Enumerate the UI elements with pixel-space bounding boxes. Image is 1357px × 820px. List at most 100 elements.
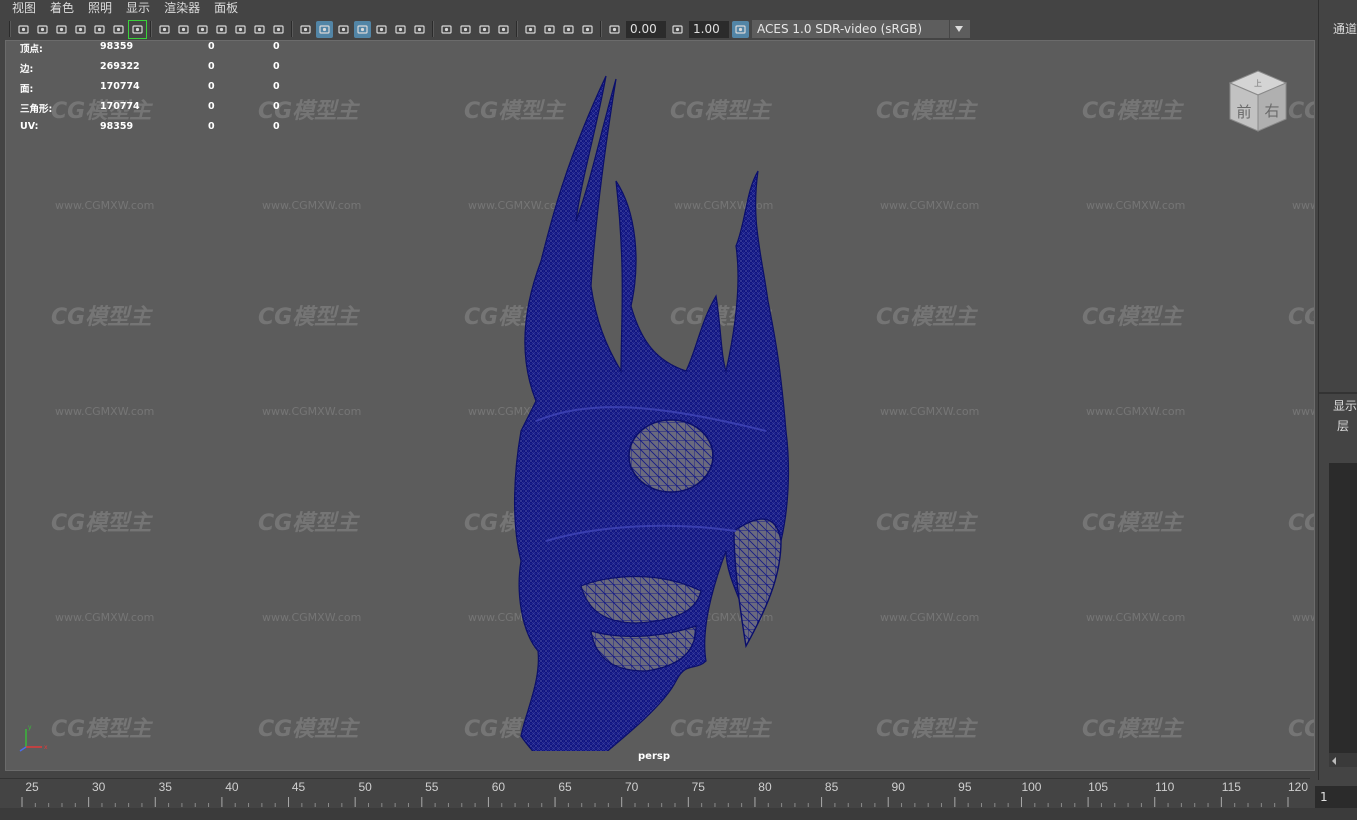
view-cube-top-label: 上 [1254, 79, 1262, 88]
panel-divider[interactable] [1319, 392, 1357, 394]
hud-row: UV: 98359 0 0 [20, 121, 280, 141]
shadows-icon[interactable] [411, 21, 428, 38]
motion-blur-icon[interactable] [457, 21, 474, 38]
image-plane-icon[interactable] [91, 21, 108, 38]
gamma-icon[interactable] [669, 21, 686, 38]
viewport-toolbar: 0.00 1.00 ACES 1.0 SDR-video (sRGB) [0, 18, 1316, 40]
resolution-gate-icon[interactable] [175, 21, 192, 38]
watermark-logo: CG模型主 [876, 305, 977, 330]
timeline-tick-label: 100 [1021, 780, 1041, 794]
menu-item-5[interactable]: 面板 [214, 0, 246, 17]
watermark-logo: CG模型主 [1082, 305, 1183, 330]
colorspace-dropdown[interactable]: ACES 1.0 SDR-video (sRGB) [752, 20, 970, 38]
wireframe-on-shaded-icon[interactable] [354, 20, 371, 38]
safe-action-icon[interactable] [232, 21, 249, 38]
xray-icon[interactable] [541, 21, 558, 38]
lights-icon[interactable] [392, 21, 409, 38]
text-icon[interactable] [270, 21, 287, 38]
watermark-logo: CG模型主 [1288, 99, 1314, 124]
timeline-tick-label: 60 [492, 780, 506, 794]
grid-icon[interactable] [156, 21, 173, 38]
exposure-field[interactable]: 0.00 [626, 20, 666, 38]
hud-label: UV: [20, 121, 39, 132]
view-cube[interactable]: 上 前 右 [1224, 67, 1292, 135]
textured-icon[interactable] [373, 21, 390, 38]
toolbar-separator [9, 21, 11, 37]
anti-alias-icon[interactable] [476, 21, 493, 38]
safe-title-icon[interactable] [251, 21, 268, 38]
film-gate-icon[interactable] [110, 21, 127, 38]
timeline-tick-label: 45 [292, 780, 306, 794]
timeline-tick-label: 95 [958, 780, 972, 794]
hud-v2: 0 [208, 61, 215, 72]
watermark-logo: CG模型主 [876, 99, 977, 124]
field-chart-icon[interactable] [213, 21, 230, 38]
gamma-field[interactable]: 1.00 [689, 20, 729, 38]
watermark-logo: CG模型主 [1082, 99, 1183, 124]
range-slider[interactable] [0, 808, 1357, 820]
menu-item-3[interactable]: 显示 [126, 0, 158, 17]
svg-text:y: y [28, 724, 32, 731]
layer-list[interactable] [1329, 463, 1357, 753]
view-cube-front-label: 前 [1236, 103, 1251, 121]
display-tab[interactable]: 显示 [1333, 397, 1357, 414]
watermark-url: www.CGMXW.com [1292, 611, 1314, 624]
watermark-logo: CG模型主 [1082, 717, 1183, 742]
menu-item-1[interactable]: 着色 [50, 0, 82, 17]
isolate-select-icon[interactable] [522, 21, 539, 38]
time-slider[interactable]: 25 30 35 40 45 50 55 60 65 70 75 80 85 90 95 100 105 110 1… [0, 778, 1310, 808]
pencil-icon[interactable] [128, 19, 147, 39]
scroll-left-icon[interactable] [1329, 754, 1339, 768]
hud-v2: 0 [208, 121, 215, 132]
poly-count-hud: 顶点: 98359 0 0 边: 269322 0 0 面: 170774 0 0 三角形: 170774… [20, 41, 280, 141]
toolbar-separator [516, 21, 518, 37]
hud-v3: 0 [273, 81, 280, 92]
timeline-tick-label: 25 [25, 780, 39, 794]
xray-joints-icon[interactable] [560, 21, 577, 38]
time-ruler[interactable]: 25 30 35 40 45 50 55 60 65 70 75 80 85 90 95 100 105 110 1… [0, 779, 1310, 809]
watermark-logo: CG模型主 [258, 717, 359, 742]
current-frame-field[interactable]: 1 [1315, 786, 1357, 808]
helmet-wireframe-model[interactable] [496, 71, 796, 751]
backface-icon[interactable] [579, 21, 596, 38]
right-panel: 通道 显示 层 [1318, 0, 1357, 780]
bookmark-icon[interactable] [72, 21, 89, 38]
default-material-icon[interactable] [335, 21, 352, 38]
menu-item-4[interactable]: 渲染器 [164, 0, 208, 17]
watermark-url: www.CGMXW.com [880, 611, 980, 624]
camera-icon[interactable] [15, 21, 32, 38]
viewport[interactable]: CG模型主 CG模型主 CG模型主 CG模型主 www.CGMXW.com www.CGM… [5, 40, 1315, 771]
view-cube-right-label: 右 [1264, 102, 1279, 120]
watermark-url: www.CGMXW.com [1292, 405, 1314, 418]
wireframe-icon[interactable] [297, 21, 314, 38]
timeline-tick-label: 105 [1088, 780, 1108, 794]
depth-of-field-icon[interactable] [495, 21, 512, 38]
menu-item-2[interactable]: 照明 [88, 0, 120, 17]
svg-text:x: x [44, 744, 48, 751]
hud-v2: 0 [208, 81, 215, 92]
timeline-tick-label: 85 [825, 780, 839, 794]
timeline-tick-label: 80 [758, 780, 772, 794]
hud-v3: 0 [273, 41, 280, 52]
watermark-url: www.CGMXW.com [262, 611, 362, 624]
gate-mask-icon[interactable] [194, 21, 211, 38]
menu-item-0[interactable]: 视图 [12, 0, 44, 17]
watermark-url: www.CGMXW.com [55, 405, 155, 418]
hud-v3: 0 [273, 121, 280, 132]
panel-scrollbar[interactable] [1329, 753, 1357, 767]
timeline-tick-label: 55 [425, 780, 439, 794]
ambient-occlusion-icon[interactable] [438, 21, 455, 38]
colorspace-label: ACES 1.0 SDR-video (sRGB) [757, 22, 923, 36]
layer-menu[interactable]: 层 [1337, 417, 1349, 434]
hud-v3: 0 [273, 61, 280, 72]
exposure-icon[interactable] [606, 21, 623, 38]
camera-lock-icon[interactable] [53, 21, 70, 38]
smooth-shade-icon[interactable] [316, 20, 333, 38]
watermark-url: www.CGMXW.com [1086, 611, 1186, 624]
chevron-down-icon[interactable] [949, 20, 967, 38]
channel-box-tab[interactable]: 通道 [1333, 20, 1357, 37]
color-management-icon[interactable] [732, 20, 749, 38]
timeline-tick-label: 30 [92, 780, 106, 794]
camera-attributes-icon[interactable] [34, 21, 51, 38]
toolbar-separator [150, 21, 152, 37]
